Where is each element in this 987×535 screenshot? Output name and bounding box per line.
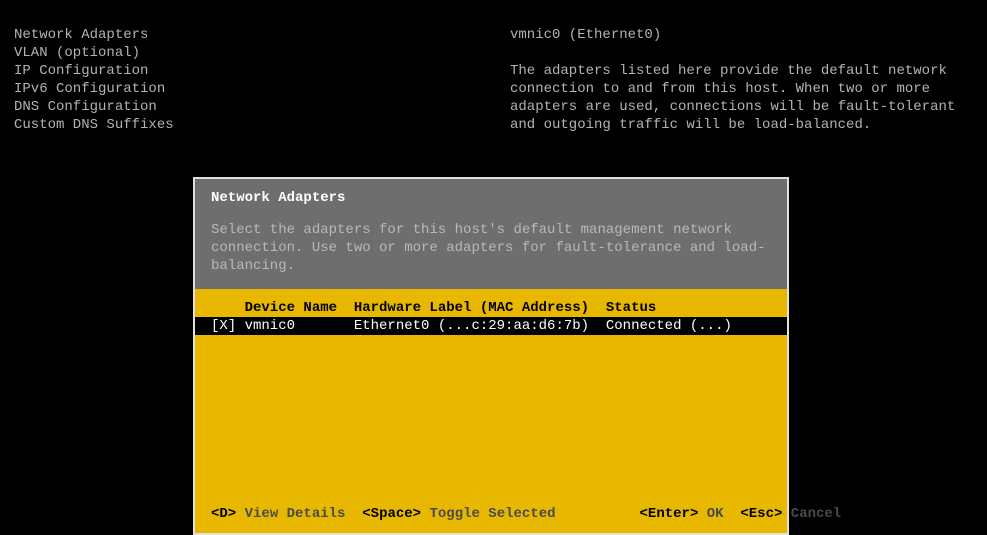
info-panel-title: vmnic0 (Ethernet0)	[510, 26, 980, 44]
view-details-hint[interactable]: <D> View Details	[211, 506, 345, 522]
info-panel: vmnic0 (Ethernet0) The adapters listed h…	[510, 26, 980, 134]
dialog-footer: <D> View Details <Space> Toggle Selected…	[195, 499, 787, 533]
dialog-header: Network Adapters Select the adapters for…	[195, 179, 787, 289]
ok-label: OK	[707, 506, 724, 522]
menu-item-ip-config[interactable]: IP Configuration	[14, 62, 174, 80]
dialog-body: Device Name Hardware Label (MAC Address)…	[195, 289, 787, 499]
network-adapters-dialog: Network Adapters Select the adapters for…	[193, 177, 789, 535]
info-panel-body: The adapters listed here provide the def…	[510, 62, 980, 134]
adapter-table-header: Device Name Hardware Label (MAC Address)…	[195, 299, 787, 317]
menu-item-ipv6-config[interactable]: IPv6 Configuration	[14, 80, 174, 98]
menu-item-vlan[interactable]: VLAN (optional)	[14, 44, 174, 62]
management-network-menu: Network Adapters VLAN (optional) IP Conf…	[14, 26, 174, 134]
adapter-row-vmnic0[interactable]: [X] vmnic0 Ethernet0 (...c:29:aa:d6:7b) …	[195, 317, 787, 335]
menu-item-network-adapters[interactable]: Network Adapters	[14, 26, 174, 44]
toggle-selected-hint[interactable]: <Space> Toggle Selected	[362, 506, 555, 522]
menu-item-dns-config[interactable]: DNS Configuration	[14, 98, 174, 116]
ok-button[interactable]: <Enter> OK	[640, 506, 724, 522]
menu-item-custom-dns[interactable]: Custom DNS Suffixes	[14, 116, 174, 134]
cancel-button[interactable]: <Esc> Cancel	[740, 506, 841, 522]
dialog-title: Network Adapters	[211, 189, 771, 207]
toggle-selected-label: Toggle Selected	[429, 506, 555, 522]
cancel-label: Cancel	[791, 506, 841, 522]
key-enter: <Enter>	[640, 506, 699, 522]
view-details-label: View Details	[245, 506, 346, 522]
key-esc: <Esc>	[740, 506, 782, 522]
key-space: <Space>	[362, 506, 421, 522]
dialog-description: Select the adapters for this host's defa…	[211, 221, 771, 275]
key-d: <D>	[211, 506, 236, 522]
